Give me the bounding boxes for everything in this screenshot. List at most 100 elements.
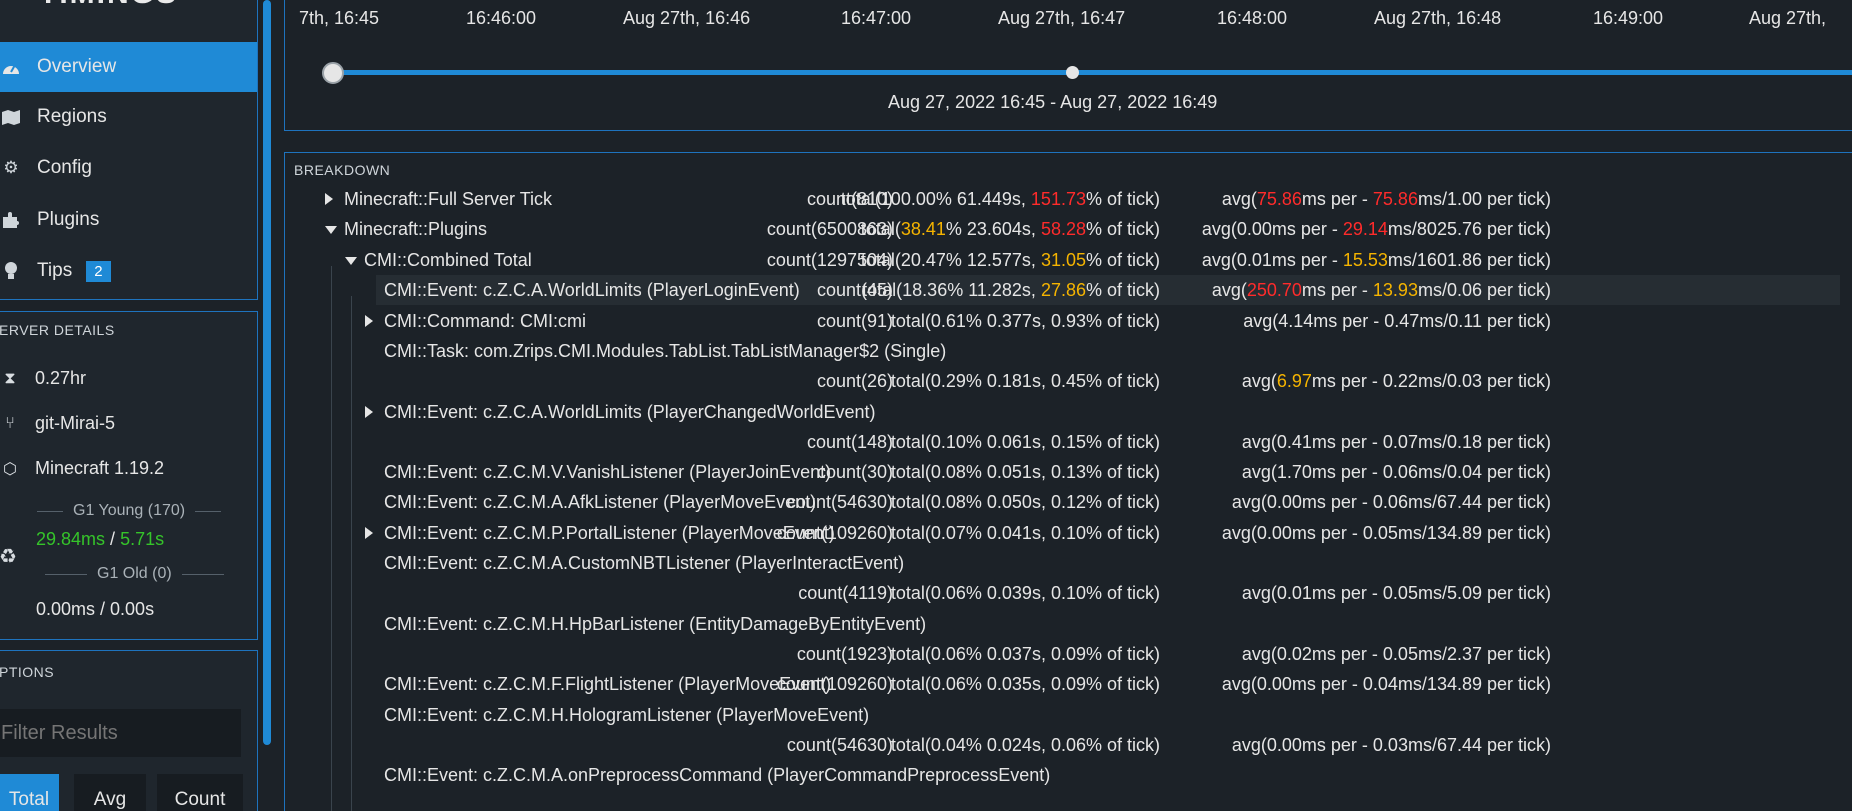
breakdown-row-count: count(91) — [816, 310, 893, 331]
breakdown-row-total: total(100.00% 61.449s, 151.73% of tick) — [840, 189, 1160, 209]
breakdown-row[interactable]: CMI::Event: c.Z.C.M.A.CustomNBTListener … — [285, 548, 1852, 608]
timeline-tick-label: Aug 27th, 16:47 — [998, 8, 1126, 28]
breakdown-row-name: CMI::Event: c.Z.C.M.P.PortalListener (Pl… — [384, 522, 835, 543]
breakdown-row-name: CMI::Event: c.Z.C.A.WorldLimits (PlayerC… — [384, 401, 876, 422]
breakdown-row[interactable]: CMI::Command: CMI:cmi count(91) total(0.61… — [285, 306, 1852, 336]
breakdown-row-name: CMI::Event: c.Z.C.M.F.FlightListener (Pl… — [384, 674, 832, 695]
sort-avg-button[interactable]: Avg — [74, 774, 146, 811]
timeline-tick-label: 7th, 16:45 — [299, 8, 380, 28]
breakdown-row-name: CMI::Combined Total — [364, 249, 532, 270]
timeline-tick-label: 16:49:00 — [1593, 8, 1664, 28]
breakdown-row-count: count(1923) — [796, 643, 893, 664]
expand-arrow-icon[interactable] — [365, 314, 373, 327]
breakdown-row-name: CMI::Event: c.Z.C.A.WorldLimits (PlayerL… — [384, 280, 800, 301]
breakdown-row[interactable]: CMI::Event: c.Z.C.M.A.onPreprocessComman… — [285, 760, 1852, 811]
breakdown-row[interactable]: CMI::Event: c.Z.C.M.H.HologramListener (… — [285, 700, 1852, 760]
breakdown-row-count: count(148) — [806, 431, 893, 452]
breakdown-row[interactable]: CMI::Event: c.Z.C.A.WorldLimits (PlayerC… — [285, 397, 1852, 457]
breakdown-row-count: count(109260) — [776, 522, 893, 543]
breakdown-row-total: total(18.36% 11.282s, 27.86% of tick) — [862, 280, 1160, 301]
breakdown-row-avg: avg(0.00ms per - 29.14ms/8025.76 per tic… — [1201, 219, 1551, 240]
nav-config[interactable]: ⚙ Config — [0, 143, 257, 193]
timeline-tick-label: Aug 27th, 16:46 — [623, 8, 751, 28]
nav-plugins-label: Plugins — [37, 209, 100, 230]
breakdown-title: BREAKDOWN — [294, 162, 391, 178]
timeline-tick-label: 16:47:00 — [841, 8, 912, 28]
uptime-row: ⧗ 0.27hr — [0, 368, 86, 389]
breakdown-row-count: count(26) — [816, 371, 893, 391]
expand-arrow-icon[interactable] — [325, 193, 333, 205]
nav-tips[interactable]: Tips 2 — [0, 246, 257, 296]
breakdown-row[interactable]: CMI::Event: c.Z.C.M.P.PortalListener (Pl… — [285, 518, 1852, 548]
breakdown-row-avg: avg(6.97ms per - 0.22ms/0.03 per tick) — [1241, 371, 1551, 391]
breakdown-row-avg: avg(0.00ms per - 0.05ms/134.89 per tick) — [1221, 522, 1551, 543]
breakdown-row[interactable]: Minecraft::Full Server Tick count(810) tot… — [285, 184, 1852, 214]
breakdown-row-name: Minecraft::Plugins — [344, 219, 488, 240]
nav-overview-label: Overview — [37, 56, 117, 77]
sort-total-button[interactable]: Total — [0, 774, 59, 811]
breakdown-row-total: total(0.08% 0.051s, 0.13% of tick) — [890, 462, 1160, 482]
breakdown-row[interactable]: CMI::Task: com.Zrips.CMI.Modules.TabList… — [285, 336, 1852, 396]
timeline-tick-label: Aug 27th, 16:48 — [1374, 8, 1502, 28]
timeline-slider-mid-handle[interactable] — [1066, 66, 1079, 79]
sidebar-scrollbar-thumb[interactable] — [263, 0, 271, 745]
gc-young-value: 29.84ms / 5.71s — [36, 529, 165, 549]
lightbulb-icon — [0, 261, 23, 281]
breakdown-row-total: total(0.08% 0.050s, 0.12% of tick) — [890, 492, 1160, 513]
timeline-tick-label: Aug 27th, — [1749, 8, 1827, 28]
breakdown-row-name: CMI::Event: c.Z.C.M.A.onPreprocessComman… — [384, 765, 1051, 786]
breakdown-row-total: total(0.06% 0.035s, 0.09% of tick) — [890, 674, 1160, 695]
nav-overview[interactable]: Overview — [0, 42, 257, 92]
breakdown-row[interactable]: CMI::Event: c.Z.C.A.WorldLimits (PlayerL… — [376, 275, 1840, 306]
gc-young-label: G1 Young (170) — [27, 502, 231, 520]
breakdown-row-avg: avg(0.01ms per - 0.05ms/5.09 per tick) — [1241, 583, 1551, 604]
nav-config-label: Config — [37, 157, 92, 178]
breakdown-row-name: CMI::Event: c.Z.C.M.H.HpBarListener (Ent… — [384, 613, 927, 634]
server-version-value: git-Mirai-5 — [35, 413, 116, 433]
server-details-title: ERVER DETAILS — [0, 322, 115, 338]
expand-arrow-icon[interactable] — [365, 405, 373, 418]
recycle-icon: ♻ — [0, 546, 17, 568]
gc-old-label: G1 Old (0) — [35, 565, 234, 583]
nav-regions-label: Regions — [37, 106, 107, 127]
breakdown-row-name: CMI::Event: c.Z.C.M.A.CustomNBTListener … — [384, 553, 905, 574]
server-details-panel: ERVER DETAILS ⧗ 0.27hr ⑂ git-Mirai-5 ⬡ M… — [0, 311, 258, 640]
expand-arrow-icon[interactable] — [365, 526, 373, 539]
breakdown-row-count: count(30) — [816, 462, 893, 482]
breakdown-row[interactable]: Minecraft::Plugins count(6500863) total(38… — [285, 214, 1852, 244]
gc-old-value: 0.00ms / 0.00s — [36, 599, 155, 619]
sidebar-nav: TIMINGS Overview Regions ⚙ Config Plugin… — [0, 0, 258, 300]
breakdown-row-name: CMI::Event: c.Z.C.M.V.VanishListener (Pl… — [384, 462, 832, 482]
app-logo: TIMINGS — [39, 0, 178, 11]
nav-regions[interactable]: Regions — [0, 92, 257, 142]
breakdown-row[interactable]: CMI::Event: c.Z.C.M.V.VanishListener (Pl… — [285, 457, 1852, 487]
breakdown-row-name: CMI::Task: com.Zrips.CMI.Modules.TabList… — [384, 341, 947, 361]
nav-plugins[interactable]: Plugins — [0, 195, 257, 245]
collapse-arrow-icon[interactable] — [325, 226, 337, 235]
breakdown-row[interactable]: CMI::Event: c.Z.C.M.F.FlightListener (Pl… — [285, 669, 1852, 699]
breakdown-row-name: CMI::Event: c.Z.C.M.A.AfkListener (Playe… — [384, 492, 817, 513]
breakdown-row[interactable]: CMI::Event: c.Z.C.M.A.AfkListener (Playe… — [285, 487, 1852, 517]
gear-icon: ⚙ — [3, 158, 19, 177]
breakdown-row-total: total(0.06% 0.037s, 0.09% of tick) — [890, 643, 1160, 664]
mc-version-value: Minecraft 1.19.2 — [35, 458, 165, 478]
timeline-slider-track[interactable] — [333, 70, 1852, 75]
map-icon — [0, 107, 23, 127]
breakdown-row-count: count(54630) — [786, 492, 893, 513]
sort-count-button[interactable]: Count — [157, 774, 243, 811]
breakdown-row-avg: avg(4.14ms per - 0.47ms/0.11 per tick) — [1243, 310, 1551, 331]
breakdown-row-name: CMI::Event: c.Z.C.M.H.HologramListener (… — [384, 704, 870, 725]
timeline-slider-start-handle[interactable] — [322, 62, 344, 84]
breakdown-row[interactable]: CMI::Event: c.Z.C.M.H.HpBarListener (Ent… — [285, 609, 1852, 669]
nav-tips-label: Tips — [37, 260, 73, 281]
cube-icon: ⬡ — [3, 460, 17, 478]
breakdown-row-total: total(0.10% 0.061s, 0.15% of tick) — [890, 431, 1160, 452]
breakdown-row-name: CMI::Command: CMI:cmi — [384, 310, 587, 331]
code-branch-icon: ⑂ — [5, 414, 15, 432]
filter-results-input[interactable] — [0, 709, 241, 757]
collapse-arrow-icon[interactable] — [345, 256, 357, 265]
breakdown-row-total: total(0.29% 0.181s, 0.45% of tick) — [890, 371, 1160, 391]
breakdown-row-avg: avg(0.02ms per - 0.05ms/2.37 per tick) — [1241, 643, 1551, 664]
uptime-value: 0.27hr — [35, 368, 87, 388]
breakdown-row[interactable]: CMI::Combined Total count(1297504) total(2… — [285, 245, 1852, 275]
